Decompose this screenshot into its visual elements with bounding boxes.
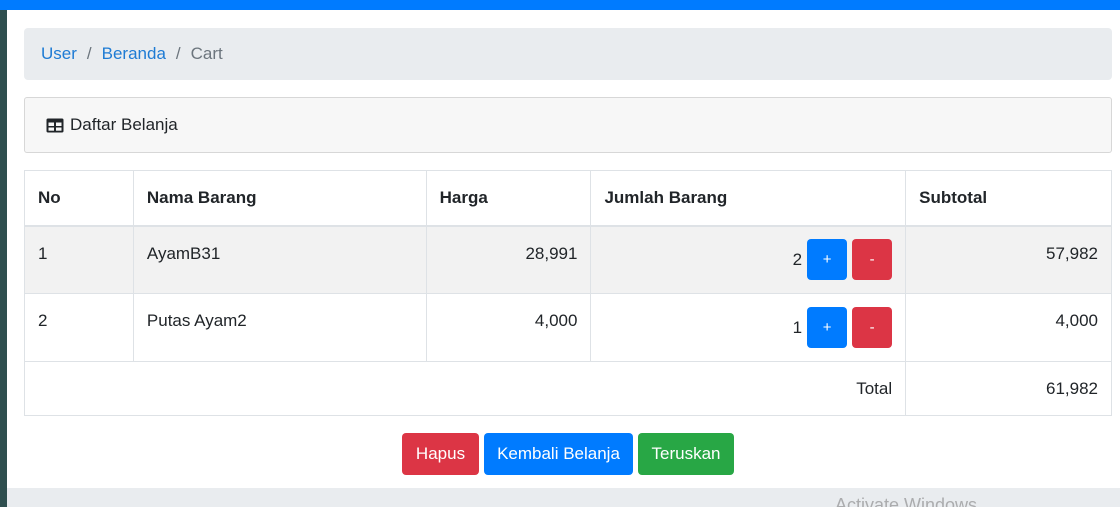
card-header: Daftar Belanja <box>24 97 1112 153</box>
cell-subtotal: 4,000 <box>905 293 1112 362</box>
breadcrumb: User / Beranda / Cart <box>24 28 1112 80</box>
cell-name: Putas Ayam2 <box>132 293 427 362</box>
cell-quantity: 2 + - <box>590 225 907 294</box>
action-buttons: Hapus Kembali Belanja Teruskan <box>0 433 1120 475</box>
breadcrumb-separator: / <box>86 44 92 63</box>
breadcrumb-separator: / <box>175 44 181 63</box>
breadcrumb-link-user[interactable]: User <box>41 44 77 64</box>
cell-price: 28,991 <box>425 225 592 294</box>
decrease-quantity-button[interactable]: - <box>852 307 893 348</box>
header-nama-barang: Nama Barang <box>132 170 427 227</box>
delete-button[interactable]: Hapus <box>402 433 479 475</box>
cell-no: 1 <box>24 225 134 294</box>
total-row: Total 61,982 <box>23 361 1112 416</box>
left-sidebar-edge <box>0 0 7 507</box>
quantity-value: 1 <box>792 317 803 337</box>
breadcrumb-current: Cart <box>190 44 223 63</box>
increase-quantity-button[interactable]: + <box>807 239 848 281</box>
continue-button[interactable]: Teruskan <box>638 433 734 475</box>
table-header-row: No Nama Barang Harga Jumlah Barang Subto… <box>24 170 1112 227</box>
table-row: 1 AyamB31 28,991 2 + - 57,982 <box>24 225 1112 294</box>
cell-subtotal: 57,982 <box>905 225 1112 294</box>
cell-no: 2 <box>24 293 134 362</box>
breadcrumb-link-beranda[interactable]: Beranda <box>102 44 166 64</box>
header-jumlah-barang: Jumlah Barang <box>590 170 907 227</box>
total-value: 61,982 <box>905 361 1112 416</box>
cell-name: AyamB31 <box>132 225 427 294</box>
cell-quantity: 1 + - <box>590 293 907 362</box>
back-to-shopping-button[interactable]: Kembali Belanja <box>484 433 633 475</box>
card-title: Daftar Belanja <box>70 115 178 134</box>
table-icon <box>46 118 64 132</box>
decrease-quantity-button[interactable]: - <box>852 239 893 281</box>
header-subtotal: Subtotal <box>905 170 1112 227</box>
os-activation-watermark: Activate Windows <box>835 495 978 507</box>
header-no: No <box>24 170 134 227</box>
cell-price: 4,000 <box>425 293 592 362</box>
header-harga: Harga <box>425 170 592 227</box>
increase-quantity-button[interactable]: + <box>807 307 848 348</box>
total-label: Total <box>23 361 907 416</box>
table-row: 2 Putas Ayam2 4,000 1 + - 4,000 <box>24 293 1112 362</box>
cart-table: No Nama Barang Harga Jumlah Barang Subto… <box>23 170 1112 416</box>
top-navbar-strip <box>0 0 1120 10</box>
quantity-value: 2 <box>792 249 803 269</box>
